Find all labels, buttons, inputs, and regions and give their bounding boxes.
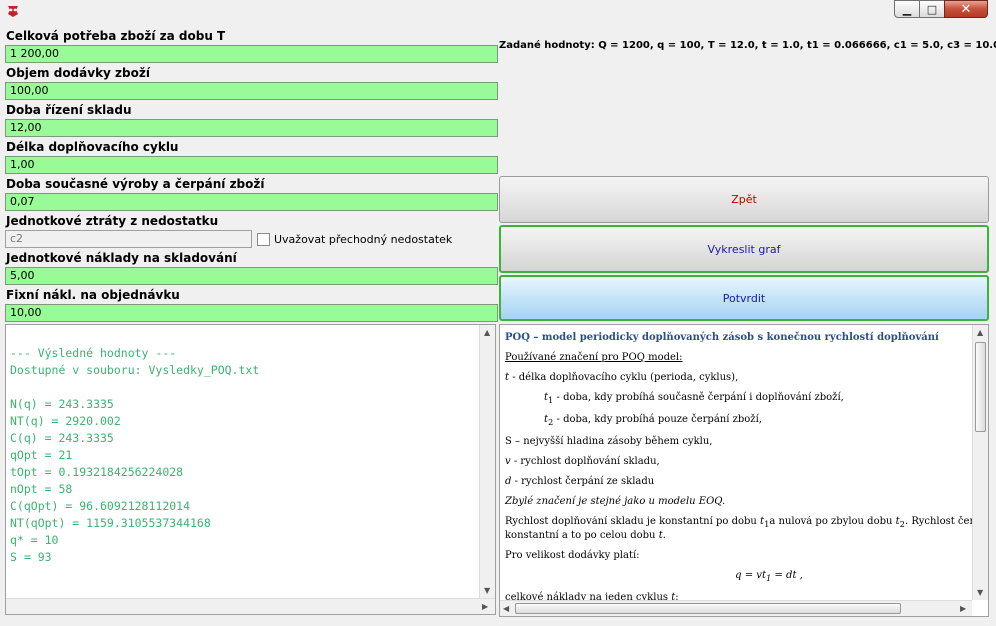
results-textarea[interactable]: --- Výsledné hodnoty --- Dostupné v soub… <box>5 324 496 615</box>
input-delivery-volume[interactable]: 100,00 <box>5 82 498 100</box>
help-scroll-down-icon[interactable]: ▼ <box>977 588 983 597</box>
help-s-line: S – nejvyšší hladina zásoby během cyklu, <box>505 436 713 447</box>
close-icon: ✕ <box>960 1 972 17</box>
help-document[interactable]: POQ – model periodicky doplňovaných záso… <box>499 324 989 617</box>
help-scroll-right-icon[interactable]: ▶ <box>960 604 966 613</box>
help-paragraph: Rychlost doplňování skladu je konstantní… <box>505 516 973 541</box>
close-button[interactable]: ✕ <box>944 0 988 18</box>
help-title: POQ – model periodicky doplňovaných záso… <box>505 332 939 343</box>
given-values-text: Zadané hodnoty: Q = 1200, q = 100, T = 1… <box>499 40 996 51</box>
input-production-time[interactable]: 0,07 <box>5 193 498 211</box>
shortage-checkbox[interactable] <box>257 233 270 246</box>
draw-graph-button[interactable]: Vykreslit graf <box>499 225 989 273</box>
scroll-right-icon[interactable]: ▶ <box>482 602 488 611</box>
help-hscroll-thumb[interactable] <box>515 603 901 614</box>
results-horizontal-scrollbar[interactable]: ▶ <box>6 598 495 614</box>
help-scroll-left-icon[interactable]: ◀ <box>503 604 509 613</box>
input-order-cost[interactable]: 10,00 <box>5 304 498 322</box>
input-cycle-length[interactable]: 1,00 <box>5 156 498 174</box>
confirm-button[interactable]: Potvrdit <box>499 275 989 321</box>
input-total-demand[interactable]: 1 200,00 <box>5 45 498 63</box>
help-vscroll-thumb[interactable] <box>975 342 986 432</box>
input-holding-cost[interactable]: 5,00 <box>5 267 498 285</box>
app-icon <box>8 6 18 17</box>
help-formula: q = vt1 = dt , <box>735 570 803 583</box>
label-order-cost: Fixní nákl. na objednávku <box>6 288 180 302</box>
maximize-icon: □ <box>926 2 938 16</box>
scroll-up-icon[interactable]: ▲ <box>484 328 490 337</box>
label-production-time: Doba současné výroby a čerpání zboží <box>6 177 265 191</box>
help-t1-line: t1 - doba, kdy probíhá současně čerpání … <box>544 392 844 405</box>
help-d-line: d - rychlost čerpání ze skladu <box>505 476 655 487</box>
help-content: POQ – model periodicky doplňovaných záso… <box>505 328 973 608</box>
help-subtitle: Používané značení pro POQ model: <box>505 352 683 363</box>
minimize-button[interactable]: ▁ <box>894 0 920 18</box>
help-pro-line: Pro velikost dodávky platí: <box>505 550 640 561</box>
maximize-button[interactable]: □ <box>919 0 945 18</box>
label-management-period: Doba řízení skladu <box>6 103 132 117</box>
shortage-checkbox-label: Uvažovat přechodný nedostatek <box>274 233 453 246</box>
input-management-period[interactable]: 12,00 <box>5 119 498 137</box>
input-shortage-cost[interactable]: c2 <box>5 230 252 248</box>
back-button[interactable]: Zpět <box>499 176 989 223</box>
title-bar: ▁ □ ✕ <box>0 0 996 22</box>
label-total-demand: Celková potřeba zboží za dobu T <box>6 29 226 43</box>
label-delivery-volume: Objem dodávky zboží <box>6 66 150 80</box>
help-t-line: t - délka doplňovacího cyklu (perioda, c… <box>505 372 739 383</box>
help-vertical-scrollbar[interactable]: ▲ ▼ <box>972 325 988 600</box>
results-text: --- Výsledné hodnoty --- Dostupné v soub… <box>10 346 260 564</box>
help-v-line: v - rychlost doplňování skladu, <box>505 456 660 467</box>
results-vertical-scrollbar[interactable]: ▲ ▼ <box>479 325 495 598</box>
scroll-down-icon[interactable]: ▼ <box>484 586 490 595</box>
minimize-icon: ▁ <box>902 2 912 16</box>
label-shortage-cost: Jednotkové ztráty z nedostatku <box>6 214 219 228</box>
label-cycle-length: Délka doplňovacího cyklu <box>6 140 179 154</box>
label-holding-cost: Jednotkové náklady na skladování <box>6 251 237 265</box>
help-scroll-up-icon[interactable]: ▲ <box>977 328 983 337</box>
help-eoq-note: Zbylé značení je stejné jako u modelu EO… <box>505 496 726 507</box>
help-t2-line: t2 - doba, kdy probíhá pouze čerpání zbo… <box>544 414 762 427</box>
shortage-checkbox-group[interactable]: Uvažovat přechodný nedostatek <box>257 233 452 246</box>
help-horizontal-scrollbar[interactable]: ◀ ▶ <box>500 600 972 616</box>
